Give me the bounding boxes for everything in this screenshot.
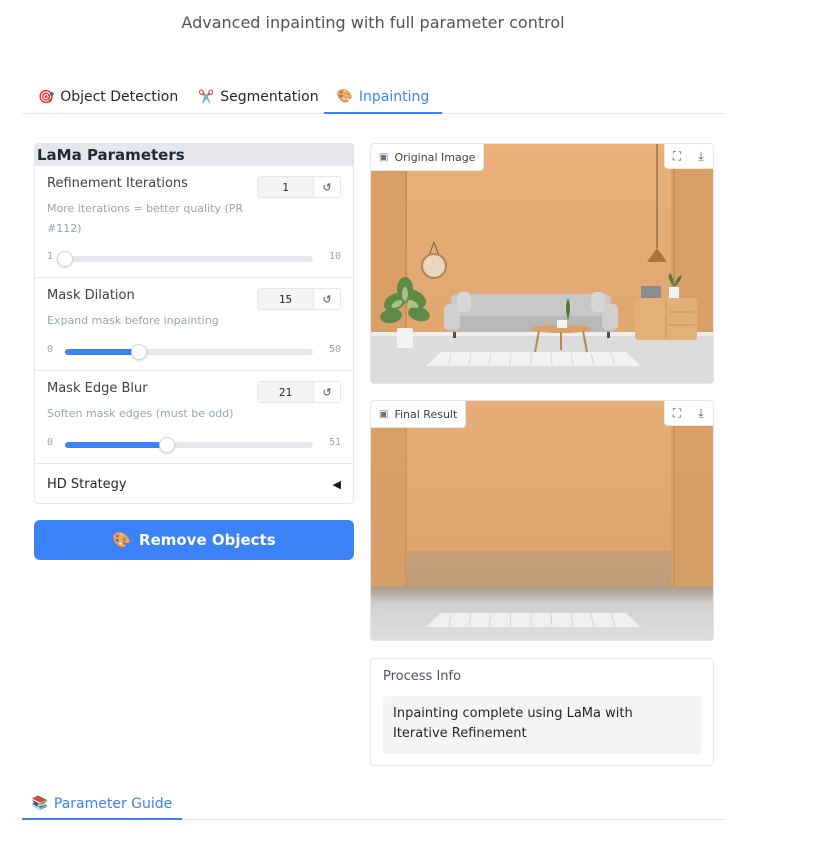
remove-objects-button[interactable]: 🎨 Remove Objects <box>34 520 354 560</box>
param-label: Refinement Iterations <box>47 176 188 191</box>
books-icon: 📚 <box>31 796 48 811</box>
number-value[interactable]: 1 <box>258 177 313 197</box>
image-actions: ⛶ ⤓ <box>664 144 713 169</box>
slider-track[interactable] <box>57 251 313 267</box>
slider-track[interactable] <box>65 344 313 360</box>
download-icon[interactable]: ⤓ <box>689 401 713 425</box>
tab-inpainting[interactable]: 🎨 Inpainting <box>324 81 442 114</box>
reset-icon[interactable]: ↺ <box>313 289 340 309</box>
original-room-image <box>371 144 713 383</box>
image-label: ▣ Final Result <box>371 401 467 428</box>
process-info-label: Process Info <box>383 669 462 684</box>
tab-label: Object Detection <box>60 89 179 105</box>
mask-edge-blur-control: Mask Edge Blur Soften mask edges (must b… <box>35 371 353 464</box>
image-label-text: Final Result <box>394 407 458 421</box>
refinement-slider[interactable]: 1 10 <box>47 250 341 267</box>
tab-segmentation[interactable]: ✂️ Segmentation <box>198 81 319 113</box>
mask-dilation-control: Mask Dilation Expand mask before inpaint… <box>35 278 353 371</box>
palette-icon: 🎨 <box>336 89 353 104</box>
image-label-text: Original Image <box>394 150 476 164</box>
download-icon[interactable]: ⤓ <box>689 144 713 168</box>
slider-max: 50 <box>328 344 341 355</box>
final-result-panel: ▣ Final Result ⛶ ⤓ <box>370 400 714 641</box>
slider-thumb[interactable] <box>57 251 73 267</box>
param-info: Expand mask before inpainting <box>47 314 219 327</box>
reset-icon[interactable]: ↺ <box>313 382 340 402</box>
process-info-text[interactable]: Inpainting complete using LaMa with Iter… <box>383 696 701 754</box>
panel-title: LaMa Parameters <box>35 144 353 166</box>
button-label: Remove Objects <box>139 531 276 549</box>
original-image-panel: ▣ Original Image ⛶ ⤓ <box>370 143 714 384</box>
slider-fill <box>65 442 168 448</box>
palette-icon: 🎨 <box>112 531 132 549</box>
tab-label: Segmentation <box>220 89 319 105</box>
slider-min: 1 <box>47 251 54 262</box>
slider-max: 51 <box>328 437 341 448</box>
guide-tabs: 📚 Parameter Guide <box>22 789 725 820</box>
blur-number-input[interactable]: 21 ↺ <box>257 381 341 403</box>
tab-parameter-guide[interactable]: 📚 Parameter Guide <box>22 789 182 820</box>
subtitle: Advanced inpainting with full parameter … <box>181 13 565 32</box>
slider-fill <box>65 349 140 355</box>
number-value[interactable]: 15 <box>258 289 313 309</box>
param-label: Mask Edge Blur <box>47 381 148 396</box>
slider-track[interactable] <box>65 437 313 453</box>
inpainted-result-image <box>371 401 713 640</box>
image-label: ▣ Original Image <box>371 144 485 171</box>
scissors-icon: ✂️ <box>198 89 215 105</box>
tab-label: Inpainting <box>358 88 430 105</box>
image-icon: ▣ <box>379 151 389 163</box>
process-info-panel: Process Info Inpainting complete using L… <box>370 658 714 766</box>
hd-strategy-accordion[interactable]: HD Strategy ◀ <box>35 464 353 504</box>
blur-slider[interactable]: 0 51 <box>47 436 341 453</box>
fullscreen-icon[interactable]: ⛶ <box>665 144 689 168</box>
lama-parameters-panel: LaMa Parameters Refinement Iterations Mo… <box>34 143 354 504</box>
target-icon: 🎯 <box>38 89 55 105</box>
image-actions: ⛶ ⤓ <box>664 401 713 426</box>
param-info: Soften mask edges (must be odd) <box>47 407 234 420</box>
tab-object-detection[interactable]: 🎯 Object Detection <box>38 81 178 113</box>
slider-thumb[interactable] <box>159 437 176 453</box>
main-tabs: 🎯 Object Detection ✂️ Segmentation 🎨 Inp… <box>22 81 725 114</box>
slider-max: 10 <box>328 251 341 262</box>
reset-icon[interactable]: ↺ <box>313 177 340 197</box>
dilation-number-input[interactable]: 15 ↺ <box>257 288 341 310</box>
fullscreen-icon[interactable]: ⛶ <box>665 401 689 425</box>
refinement-number-input[interactable]: 1 ↺ <box>257 176 341 198</box>
dilation-slider[interactable]: 0 50 <box>47 343 341 360</box>
image-icon: ▣ <box>379 408 389 420</box>
hd-strategy-label: HD Strategy <box>47 476 127 492</box>
number-value[interactable]: 21 <box>258 382 313 402</box>
collapse-arrow-icon[interactable]: ◀ <box>333 478 341 491</box>
param-label: Mask Dilation <box>47 288 135 303</box>
slider-min: 0 <box>47 437 54 448</box>
param-info: More iterations = better quality (PR #11… <box>47 202 244 235</box>
tab-label: Parameter Guide <box>53 795 173 812</box>
refinement-iterations-control: Refinement Iterations More iterations = … <box>35 166 353 278</box>
slider-thumb[interactable] <box>131 344 148 360</box>
slider-min: 0 <box>47 344 54 355</box>
